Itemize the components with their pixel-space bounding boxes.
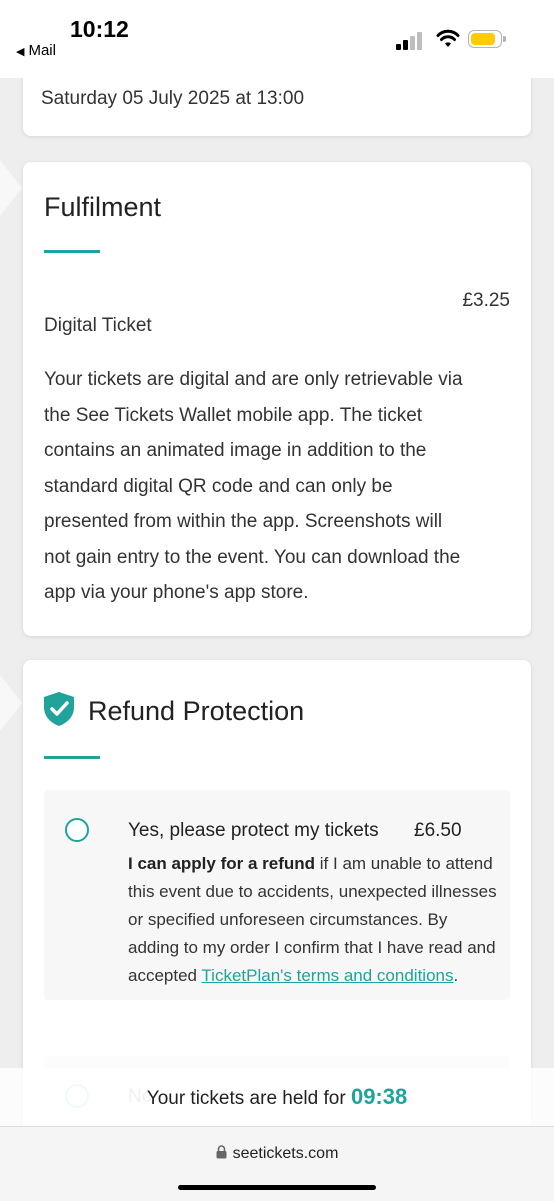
- background-decoration: [0, 160, 22, 216]
- fulfilment-card: Fulfilment £3.25 Digital Ticket Your tic…: [23, 162, 531, 636]
- battery-icon: [468, 30, 506, 50]
- description-line: not gain entry to the event. You can dow…: [44, 546, 461, 568]
- title-underline: [44, 250, 100, 253]
- wifi-icon: [436, 29, 460, 47]
- refund-yes-price: £6.50: [414, 820, 462, 841]
- cellular-signal-icon: [396, 30, 426, 50]
- ticketplan-terms-link[interactable]: TicketPlan's terms and conditions: [201, 966, 453, 985]
- refund-title: Refund Protection: [88, 696, 305, 726]
- title-underline: [44, 756, 100, 759]
- url-display[interactable]: seetickets.com: [0, 1145, 554, 1163]
- description-line: contains an animated image in addition t…: [44, 440, 427, 461]
- description-line: Your tickets are digital and are only re…: [44, 369, 463, 390]
- url-text: seetickets.com: [232, 1145, 339, 1162]
- refund-yes-radio[interactable]: [65, 818, 89, 842]
- hold-timer-countdown: 09:38: [350, 1084, 408, 1109]
- event-date-card: Saturday 05 July 2025 at 13:00: [23, 70, 531, 136]
- back-label: Mail: [28, 42, 56, 59]
- description-line: presented from within the app. Screensho…: [44, 511, 443, 532]
- status-time: 10:12: [70, 16, 129, 42]
- fulfilment-item-name: Digital Ticket: [44, 315, 152, 336]
- fulfilment-title: Fulfilment: [44, 192, 162, 222]
- refund-yes-label: Yes, please protect my tickets: [128, 820, 379, 841]
- background-decoration: [0, 675, 22, 731]
- description-line: standard digital QR code and can only be: [44, 475, 393, 497]
- refund-yes-description: I can apply for a refund if I am unable …: [128, 850, 498, 990]
- shield-check-icon: [44, 692, 74, 726]
- hold-timer-text: Your tickets are held for 09:38: [0, 1084, 554, 1110]
- fulfilment-description: Your tickets are digital and are only re…: [44, 362, 514, 611]
- lock-icon: [216, 1145, 227, 1159]
- refund-desc-end: .: [453, 966, 459, 985]
- description-line: app via your phone's app store.: [44, 582, 309, 603]
- ticket-hold-timer-bar: Your tickets are held for 09:38: [0, 1068, 554, 1126]
- hold-timer-prefix: Your tickets are held for: [146, 1088, 351, 1109]
- back-to-mail-link[interactable]: ◀ Mail: [16, 42, 56, 59]
- event-date-text: Saturday 05 July 2025 at 13:00: [41, 88, 305, 109]
- fulfilment-price: £3.25: [462, 290, 510, 311]
- description-line: the See Tickets Wallet mobile app. The t…: [44, 404, 423, 426]
- refund-desc-bold: I can apply for a refund: [128, 854, 316, 873]
- status-bar: 10:12 ◀ Mail: [0, 0, 554, 78]
- refund-option-yes[interactable]: Yes, please protect my tickets £6.50 I c…: [44, 790, 510, 1000]
- back-arrow-icon: ◀: [16, 46, 25, 58]
- home-indicator[interactable]: [178, 1185, 376, 1190]
